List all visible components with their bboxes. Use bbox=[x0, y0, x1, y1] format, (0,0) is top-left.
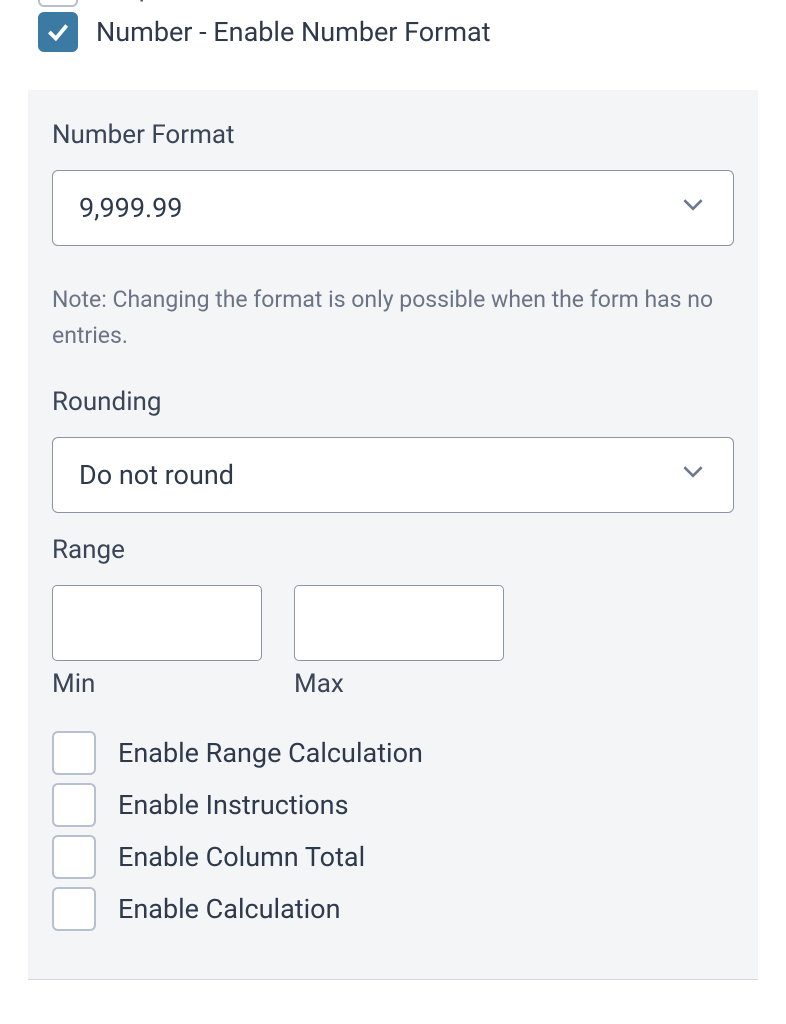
number-enable-number-format-label: Number - Enable Number Format bbox=[96, 16, 491, 48]
range-label: Range bbox=[52, 535, 734, 565]
rounding-label: Rounding bbox=[52, 387, 734, 417]
range-min-label: Min bbox=[52, 669, 262, 699]
enable-range-calculation-row: Enable Range Calculation bbox=[52, 731, 734, 775]
check-icon bbox=[45, 19, 71, 45]
enable-range-calculation-label: Enable Range Calculation bbox=[118, 737, 423, 769]
enable-column-total-label: Enable Column Total bbox=[118, 841, 365, 873]
number-format-select-wrap: 9,999.99 bbox=[52, 170, 734, 246]
range-min-col: Min bbox=[52, 585, 262, 699]
dropdown-enable-number-format-label: Drop Down - Enable Number Format bbox=[96, 0, 533, 3]
rounding-value: Do not round bbox=[79, 459, 234, 491]
number-format-value: 9,999.99 bbox=[79, 192, 182, 224]
number-format-select[interactable]: 9,999.99 bbox=[52, 170, 734, 246]
dropdown-enable-number-format-checkbox[interactable] bbox=[38, 0, 78, 7]
range-row: Min Max bbox=[52, 585, 734, 699]
enable-range-calculation-checkbox[interactable] bbox=[52, 731, 96, 775]
rounding-select-wrap: Do not round bbox=[52, 437, 734, 513]
range-min-input[interactable] bbox=[52, 585, 262, 661]
enable-calculation-checkbox[interactable] bbox=[52, 887, 96, 931]
enable-instructions-row: Enable Instructions bbox=[52, 783, 734, 827]
number-enable-number-format-row: Number - Enable Number Format bbox=[38, 12, 758, 52]
dropdown-enable-number-format-row: Drop Down - Enable Number Format bbox=[38, 0, 758, 8]
number-enable-number-format-checkbox[interactable] bbox=[38, 12, 78, 52]
range-max-input[interactable] bbox=[294, 585, 504, 661]
enable-instructions-label: Enable Instructions bbox=[118, 789, 349, 821]
number-settings-panel: Number Format 9,999.99 Note: Changing th… bbox=[28, 90, 758, 980]
number-format-label: Number Format bbox=[52, 120, 734, 150]
enable-instructions-checkbox[interactable] bbox=[52, 783, 96, 827]
enable-calculation-label: Enable Calculation bbox=[118, 893, 341, 925]
enable-column-total-row: Enable Column Total bbox=[52, 835, 734, 879]
enable-column-total-checkbox[interactable] bbox=[52, 835, 96, 879]
format-note: Note: Changing the format is only possib… bbox=[52, 282, 734, 353]
rounding-select[interactable]: Do not round bbox=[52, 437, 734, 513]
options-check-list: Enable Range Calculation Enable Instruct… bbox=[52, 731, 734, 931]
enable-calculation-row: Enable Calculation bbox=[52, 887, 734, 931]
range-max-label: Max bbox=[294, 669, 504, 699]
range-max-col: Max bbox=[294, 585, 504, 699]
